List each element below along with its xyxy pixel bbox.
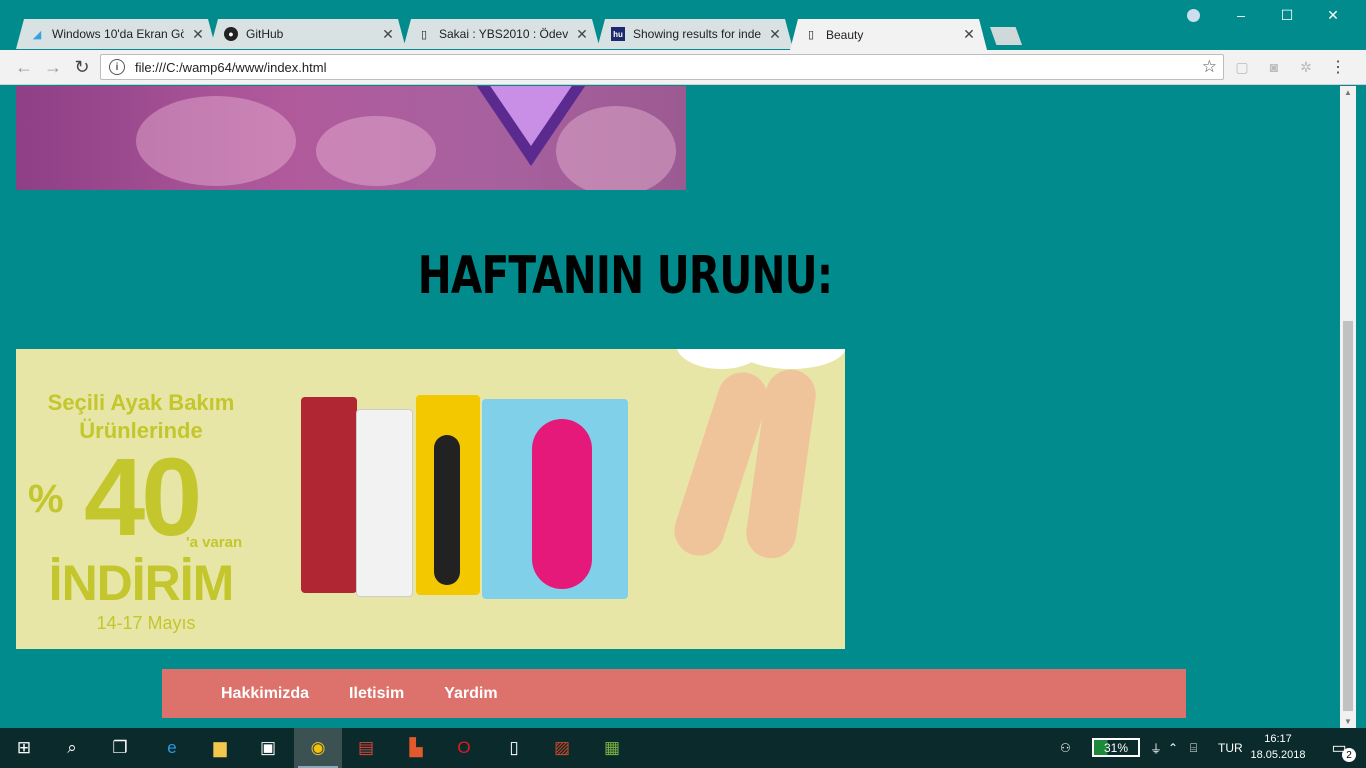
section-title: HAFTANIN URUNU: <box>417 246 833 306</box>
tab-title: Beauty <box>826 27 864 42</box>
search-icon[interactable]: ⌕ <box>48 728 96 768</box>
tab-search-results[interactable]: hu Showing results for index ✕ <box>597 19 793 49</box>
address-bar[interactable]: i file:///C:/wamp64/www/index.html ☆ <box>100 54 1224 80</box>
reload-icon[interactable]: ↻ <box>70 56 94 78</box>
app-icon[interactable]: ▙ <box>392 728 440 768</box>
powerpoint-icon[interactable]: ▨ <box>538 728 586 768</box>
battery-indicator[interactable]: 31% <box>1092 738 1140 757</box>
product-insole-pack <box>416 395 480 595</box>
close-tab-icon[interactable]: ✕ <box>767 26 783 43</box>
minimize-button[interactable]: – <box>1218 0 1264 30</box>
clock-time: 16:17 <box>1264 733 1292 745</box>
product-neutrogena-box <box>356 409 413 597</box>
windows-icon: ◢ <box>32 28 42 41</box>
notification-icon[interactable]: ▭ 2 <box>1316 728 1362 768</box>
promo-discount: İNDİRİM <box>48 555 235 611</box>
nav-link-hakkimizda[interactable]: Hakkimizda <box>221 685 309 703</box>
footer-navigation: Hakkimizda Iletisim Yardim <box>162 669 1186 718</box>
extension-icon[interactable]: ◙ <box>1265 58 1283 76</box>
file-explorer-icon[interactable]: ▆ <box>196 728 244 768</box>
github-icon: ● <box>224 27 238 41</box>
people-icon[interactable]: ⚇ <box>1060 728 1071 768</box>
tab-title: Sakai : YBS2010 : Ödevler <box>439 27 568 41</box>
nav-link-yardim[interactable]: Yardim <box>444 685 497 703</box>
new-tab-button[interactable] <box>990 27 1022 45</box>
profile-icon[interactable] <box>1170 0 1216 30</box>
tab-title: Showing results for index <box>633 27 761 41</box>
scrollbar-thumb[interactable] <box>1343 321 1353 711</box>
editor-icon[interactable]: ▦ <box>588 728 636 768</box>
chrome-icon[interactable]: ◉ <box>294 728 342 768</box>
tab-title: Windows 10'da Ekran Gö <box>52 27 184 41</box>
back-arrow-icon[interactable]: ← <box>12 56 36 78</box>
forward-arrow-icon[interactable]: → <box>41 56 65 78</box>
hu-icon: hu <box>611 27 625 41</box>
promo-dates: 14-17 Mayıs <box>96 613 196 633</box>
promo-suffix: 'a varan <box>186 534 243 551</box>
product-cream-box <box>301 397 357 593</box>
vertical-scrollbar[interactable]: ▲ ▼ <box>1340 86 1356 728</box>
bookmark-star-icon[interactable]: ☆ <box>1202 57 1217 77</box>
clock[interactable]: 16:17 18.05.2018 <box>1246 731 1310 763</box>
power-plug-icon[interactable]: ⏚ <box>1150 728 1162 768</box>
tab-title: GitHub <box>246 27 284 41</box>
extension-icon[interactable]: ▢ <box>1233 58 1251 76</box>
close-tab-icon[interactable]: ✕ <box>961 26 977 43</box>
close-tab-icon[interactable]: ✕ <box>380 26 396 43</box>
close-tab-icon[interactable]: ✕ <box>190 26 206 43</box>
browser-titlebar: ◢ Windows 10'da Ekran Gö ✕ ● GitHub ✕ ▯ … <box>0 0 1366 50</box>
tab-beauty[interactable]: ▯ Beauty ✕ <box>790 19 987 50</box>
promo-percent-value: 40 <box>84 436 202 559</box>
windows-taskbar: ⊞ ⌕ ❐ e ▆ ▣ ◉ ▤ ▙ O ▯ ▨ ▦ ⚇ 31% ⏚ ⌃ ⌸ TU… <box>0 728 1366 768</box>
language-indicator[interactable]: TUR <box>1218 728 1243 768</box>
menu-icon[interactable]: ⋮ <box>1329 58 1347 76</box>
close-tab-icon[interactable]: ✕ <box>574 26 590 43</box>
tab-windows10[interactable]: ◢ Windows 10'da Ekran Gö ✕ <box>16 19 216 49</box>
windows-start-icon[interactable]: ⊞ <box>0 728 48 768</box>
clock-date: 18.05.2018 <box>1250 749 1306 761</box>
reader-icon[interactable]: ▤ <box>342 728 390 768</box>
page-icon: ▯ <box>807 29 815 41</box>
page-icon: ▯ <box>420 28 428 41</box>
network-icon[interactable]: ⌸ <box>1190 728 1197 768</box>
page-viewport: HAFTANIN URUNU: Seçili Ayak Bakım Ürünle… <box>0 86 1340 728</box>
address-text: file:///C:/wamp64/www/index.html <box>135 59 327 75</box>
info-icon[interactable]: i <box>109 59 125 75</box>
notification-count: 2 <box>1342 748 1356 762</box>
tab-sakai[interactable]: ▯ Sakai : YBS2010 : Ödevler ✕ <box>403 19 600 49</box>
maximize-button[interactable]: ☐ <box>1264 0 1310 30</box>
product-velvet-smooth <box>482 399 628 599</box>
hero-image <box>16 86 686 190</box>
chevron-up-icon[interactable]: ⌃ <box>1168 728 1178 768</box>
edge-icon[interactable]: e <box>148 728 196 768</box>
nav-link-iletisim[interactable]: Iletisim <box>349 685 404 703</box>
promo-banner[interactable]: Seçili Ayak Bakım Ürünlerinde % 40 'a va… <box>16 349 845 649</box>
store-icon[interactable]: ▣ <box>244 728 292 768</box>
extension-icon[interactable]: ✲ <box>1297 58 1315 76</box>
close-window-button[interactable]: ✕ <box>1310 0 1356 30</box>
opera-icon[interactable]: O <box>440 728 488 768</box>
tab-github[interactable]: ● GitHub ✕ <box>210 19 406 49</box>
promo-percent-sign: % <box>28 477 64 521</box>
browser-toolbar: ← → ↻ i file:///C:/wamp64/www/index.html… <box>0 50 1366 85</box>
task-view-icon[interactable]: ❐ <box>96 728 144 768</box>
document-icon[interactable]: ▯ <box>490 728 538 768</box>
